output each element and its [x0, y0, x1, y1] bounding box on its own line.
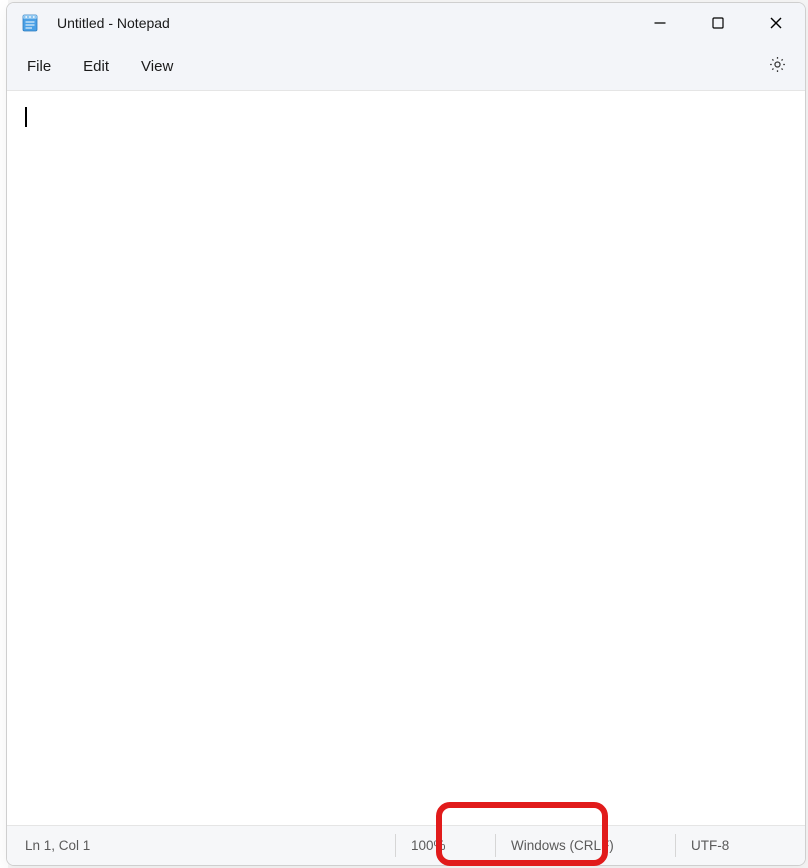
window-title: Untitled - Notepad [57, 15, 631, 31]
title-bar[interactable]: Untitled - Notepad [7, 3, 805, 43]
menu-edit[interactable]: Edit [67, 50, 125, 83]
text-editor[interactable] [7, 91, 805, 825]
maximize-button[interactable] [689, 3, 747, 43]
text-cursor [25, 107, 27, 127]
minimize-button[interactable] [631, 3, 689, 43]
settings-button[interactable] [755, 47, 799, 87]
status-bar: Ln 1, Col 1 100% Windows (CRLF) UTF-8 [7, 825, 805, 865]
menu-bar: File Edit View [7, 43, 805, 91]
gear-icon [768, 55, 787, 79]
notepad-icon [21, 14, 39, 32]
status-line-ending[interactable]: Windows (CRLF) [495, 826, 675, 865]
menu-view[interactable]: View [125, 50, 189, 83]
menu-file[interactable]: File [11, 50, 67, 83]
status-cursor-position: Ln 1, Col 1 [7, 826, 106, 865]
window-controls [631, 3, 805, 43]
status-zoom[interactable]: 100% [395, 826, 495, 865]
close-button[interactable] [747, 3, 805, 43]
notepad-window: Untitled - Notepad File Edit View [6, 2, 806, 866]
status-encoding[interactable]: UTF-8 [675, 826, 805, 865]
